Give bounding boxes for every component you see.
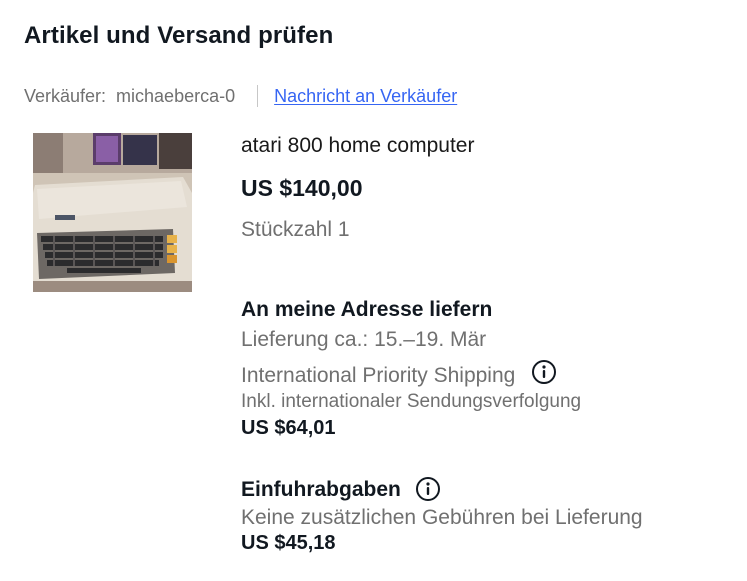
shipping-tracking: Inkl. internationaler Sendungsverfolgung bbox=[241, 391, 582, 412]
info-icon[interactable] bbox=[415, 476, 441, 502]
section-heading: Artikel und Versand prüfen bbox=[24, 22, 334, 49]
divider bbox=[257, 85, 259, 107]
product-photo-atari-800 bbox=[33, 133, 192, 292]
seller-label: Verkäufer: bbox=[24, 85, 107, 106]
import-charges-title: Einfuhrabgaben bbox=[241, 478, 401, 501]
info-icon[interactable] bbox=[531, 359, 557, 385]
delivery-estimate: Lieferung ca.: 15.–19. Mär bbox=[241, 328, 487, 351]
shipping-title: An meine Adresse liefern bbox=[241, 298, 493, 321]
import-charges-cost: US $45,18 bbox=[241, 532, 336, 554]
item-quantity: Stückzahl 1 bbox=[241, 218, 350, 241]
seller-row: Verkäufer: michaeberca-0 Nachricht an Ve… bbox=[24, 84, 457, 108]
product-image[interactable] bbox=[33, 133, 192, 292]
import-charges-row: Einfuhrabgaben bbox=[241, 476, 441, 504]
item-title[interactable]: atari 800 home computer bbox=[241, 134, 474, 158]
shipping-service: International Priority Shipping bbox=[241, 364, 516, 387]
shipping-cost: US $64,01 bbox=[241, 417, 336, 439]
review-item-shipping-panel: Artikel und Versand prüfen Verkäufer: mi… bbox=[0, 0, 747, 581]
shipping-service-row: International Priority Shipping bbox=[241, 359, 557, 390]
seller-name: michaeberca-0 bbox=[116, 85, 236, 106]
contact-seller-link[interactable]: Nachricht an Verkäufer bbox=[274, 86, 457, 107]
item-price: US $140,00 bbox=[241, 175, 363, 201]
import-charges-note: Keine zusätzlichen Gebühren bei Lieferun… bbox=[241, 506, 643, 529]
